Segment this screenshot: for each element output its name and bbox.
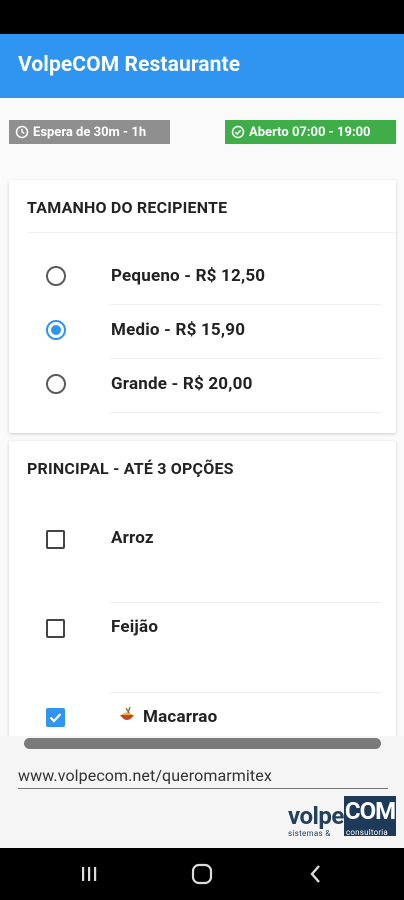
logo-subtext-left: sistemas & xyxy=(288,829,331,838)
opening-hours-text: Aberto 07:00 - 19:00 xyxy=(249,124,371,140)
recent-apps-icon[interactable] xyxy=(76,862,102,886)
main-option-label: Macarrao xyxy=(143,707,218,727)
main-dishes-card: PRINCIPAL - ATÉ 3 OPÇÕES Arroz Feijão Ma… xyxy=(9,441,396,736)
checkbox-checked[interactable] xyxy=(46,708,65,727)
volpecom-logo[interactable]: volpe COM sistemas & consultoria xyxy=(286,794,396,842)
horizontal-scrollbar[interactable] xyxy=(24,738,381,749)
main-content[interactable]: Espera de 30m - 1h Aberto 07:00 - 19:00 … xyxy=(0,98,404,736)
divider xyxy=(109,412,381,413)
main-dishes-title: PRINCIPAL - ATÉ 3 OPÇÕES xyxy=(27,459,234,478)
clock-icon xyxy=(15,125,29,139)
radio-button-selected[interactable] xyxy=(46,320,66,340)
checkbox[interactable] xyxy=(46,619,65,638)
checkbox[interactable] xyxy=(46,530,65,549)
check-circle-icon xyxy=(231,125,245,139)
size-option-label: Medio - R$ 15,90 xyxy=(111,320,246,340)
main-option-feijao[interactable]: Feijão xyxy=(9,603,396,693)
size-option-label: Grande - R$ 20,00 xyxy=(111,374,253,394)
container-size-card: TAMANHO DO RECIPIENTE Pequeno - R$ 12,50… xyxy=(9,180,396,433)
logo-subtext-right: consultoria xyxy=(346,828,388,837)
opening-hours-badge: Aberto 07:00 - 19:00 xyxy=(225,120,396,144)
back-icon[interactable] xyxy=(303,862,329,886)
wait-time-badge: Espera de 30m - 1h xyxy=(9,120,170,144)
pasta-icon xyxy=(120,706,134,720)
main-option-macarrao[interactable]: Macarrao xyxy=(9,693,396,736)
ad-url[interactable]: www.volpecom.net/queromarmitex xyxy=(18,766,272,785)
ad-banner[interactable]: www.volpecom.net/queromarmitex volpe COM… xyxy=(0,736,404,848)
app-bar: VolpeCOM Restaurante xyxy=(0,34,404,98)
system-nav-bar xyxy=(0,848,404,900)
main-option-label: Feijão xyxy=(111,617,159,637)
checkmark-icon xyxy=(49,713,62,723)
main-option-arroz[interactable]: Arroz xyxy=(9,513,396,603)
size-option-label: Pequeno - R$ 12,50 xyxy=(111,266,266,286)
home-icon[interactable] xyxy=(189,862,215,886)
size-option-medium[interactable]: Medio - R$ 15,90 xyxy=(9,305,396,359)
radio-button[interactable] xyxy=(46,266,66,286)
app-title: VolpeCOM Restaurante xyxy=(18,53,241,77)
size-option-small[interactable]: Pequeno - R$ 12,50 xyxy=(9,251,396,305)
main-option-label: Arroz xyxy=(111,528,154,548)
status-bar xyxy=(0,0,404,34)
container-size-title: TAMANHO DO RECIPIENTE xyxy=(27,198,228,217)
url-underline xyxy=(18,788,388,789)
logo-text-left: volpe xyxy=(288,802,344,830)
wait-time-text: Espera de 30m - 1h xyxy=(33,124,147,140)
size-option-large[interactable]: Grande - R$ 20,00 xyxy=(9,359,396,413)
divider xyxy=(27,232,396,233)
radio-button[interactable] xyxy=(46,374,66,394)
